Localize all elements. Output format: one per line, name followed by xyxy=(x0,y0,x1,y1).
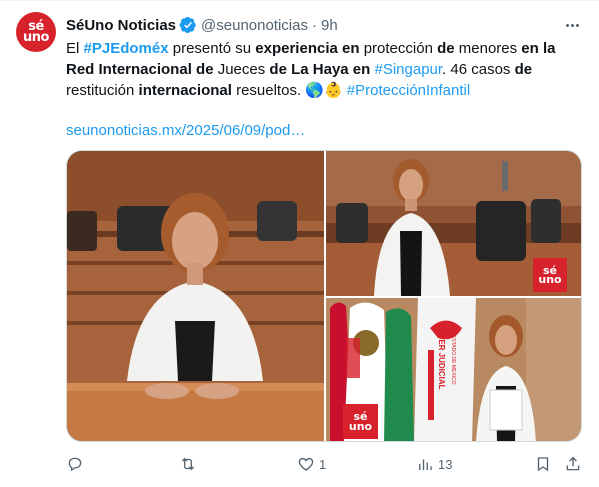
author-handle[interactable]: @seunonoticias xyxy=(201,17,308,34)
photo-2[interactable]: sé uno xyxy=(326,151,581,296)
article-link[interactable]: seunonoticias.mx/2025/06/09/pod… xyxy=(66,120,305,141)
tweet-text-bold: de xyxy=(514,61,533,78)
tweet-text-segment: restitución xyxy=(66,82,139,99)
media-grid: sé uno PODER JUDICIAL DEL ESTADO DE MÉXI… xyxy=(66,150,582,442)
tweet-timestamp[interactable]: 9h xyxy=(321,17,338,34)
photo-1[interactable] xyxy=(67,151,324,441)
seuno-watermark-logo: sé uno xyxy=(533,258,567,292)
tweet-text-bold: en xyxy=(342,40,360,57)
separator-dot: · xyxy=(312,16,317,34)
reply-icon xyxy=(68,457,82,472)
seuno-watermark-logo: sé uno xyxy=(343,404,378,439)
banner-text-line2: DEL ESTADO DE MÉXICO xyxy=(450,324,456,385)
heart-icon xyxy=(298,457,314,471)
banner-subtext: DEL ESTADO DE MÉXICO xyxy=(450,324,456,385)
banner-text: PODER JUDICIAL xyxy=(437,322,446,390)
tweet-text-segment: . 46 casos xyxy=(442,61,515,78)
tweet-card[interactable]: sé uno SéUno Noticias @seunonoticias · 9… xyxy=(0,0,599,487)
share-button[interactable] xyxy=(564,452,582,476)
avatar[interactable]: sé uno xyxy=(16,12,56,52)
retweet-icon xyxy=(181,457,195,471)
tweet-text-segment: resueltos. 🌎👶 xyxy=(231,82,347,99)
tweet-text-bold: de La Haya en xyxy=(269,61,371,78)
banner-text-line1: PODER JUDICIAL xyxy=(437,322,446,390)
watermark-text-line2: uno xyxy=(538,273,562,286)
hashtag-link[interactable]: #Singapur xyxy=(374,61,442,78)
bookmark-button[interactable] xyxy=(534,452,552,476)
tweet-text: El #PJEdoméx presentó su experiencia en … xyxy=(66,38,586,101)
tweet-text-bold: internacional xyxy=(138,82,232,99)
hashtag-link[interactable]: #PJEdoméx xyxy=(84,40,169,57)
tweet-text-segment: El xyxy=(66,40,84,57)
photo-3[interactable]: PODER JUDICIAL DEL ESTADO DE MÉXICO sé u… xyxy=(326,298,581,441)
share-icon xyxy=(566,456,580,471)
watermark-text-line2: uno xyxy=(348,419,373,433)
views-chart-icon xyxy=(419,459,432,470)
bookmark-icon xyxy=(537,457,549,472)
photo-woman-seated-image xyxy=(67,151,324,441)
hashtag-link[interactable]: #ProtecciónInfantil xyxy=(347,82,470,99)
more-dot-icon xyxy=(575,23,579,27)
tweet-text-segment: protección xyxy=(359,40,438,57)
tweet-text-segment: menores xyxy=(454,40,522,57)
tweet-text-segment: Jueces xyxy=(213,61,270,78)
top-divider xyxy=(0,0,599,1)
avatar-text-line2: uno xyxy=(23,30,49,45)
tweet-text-segment: presentó su xyxy=(168,40,256,57)
more-dot-icon xyxy=(565,23,569,27)
retweet-button[interactable] xyxy=(179,452,201,476)
like-button[interactable]: 1 xyxy=(297,452,326,476)
author-name[interactable]: SéUno Noticias xyxy=(66,17,176,34)
tweet-text-bold: de xyxy=(437,40,455,57)
tweet-text-bold: experiencia xyxy=(255,40,338,57)
more-options-button[interactable] xyxy=(561,14,583,36)
like-count: 1 xyxy=(319,456,327,472)
views-count: 13 xyxy=(438,456,453,472)
tweet-header: SéUno Noticias @seunonoticias · 9h xyxy=(66,15,338,35)
verified-badge-icon[interactable] xyxy=(179,16,197,34)
reply-button[interactable] xyxy=(66,452,88,476)
action-bar: 1 13 xyxy=(66,452,582,476)
more-dot-icon xyxy=(570,23,574,27)
views-button[interactable]: 13 xyxy=(416,452,452,476)
